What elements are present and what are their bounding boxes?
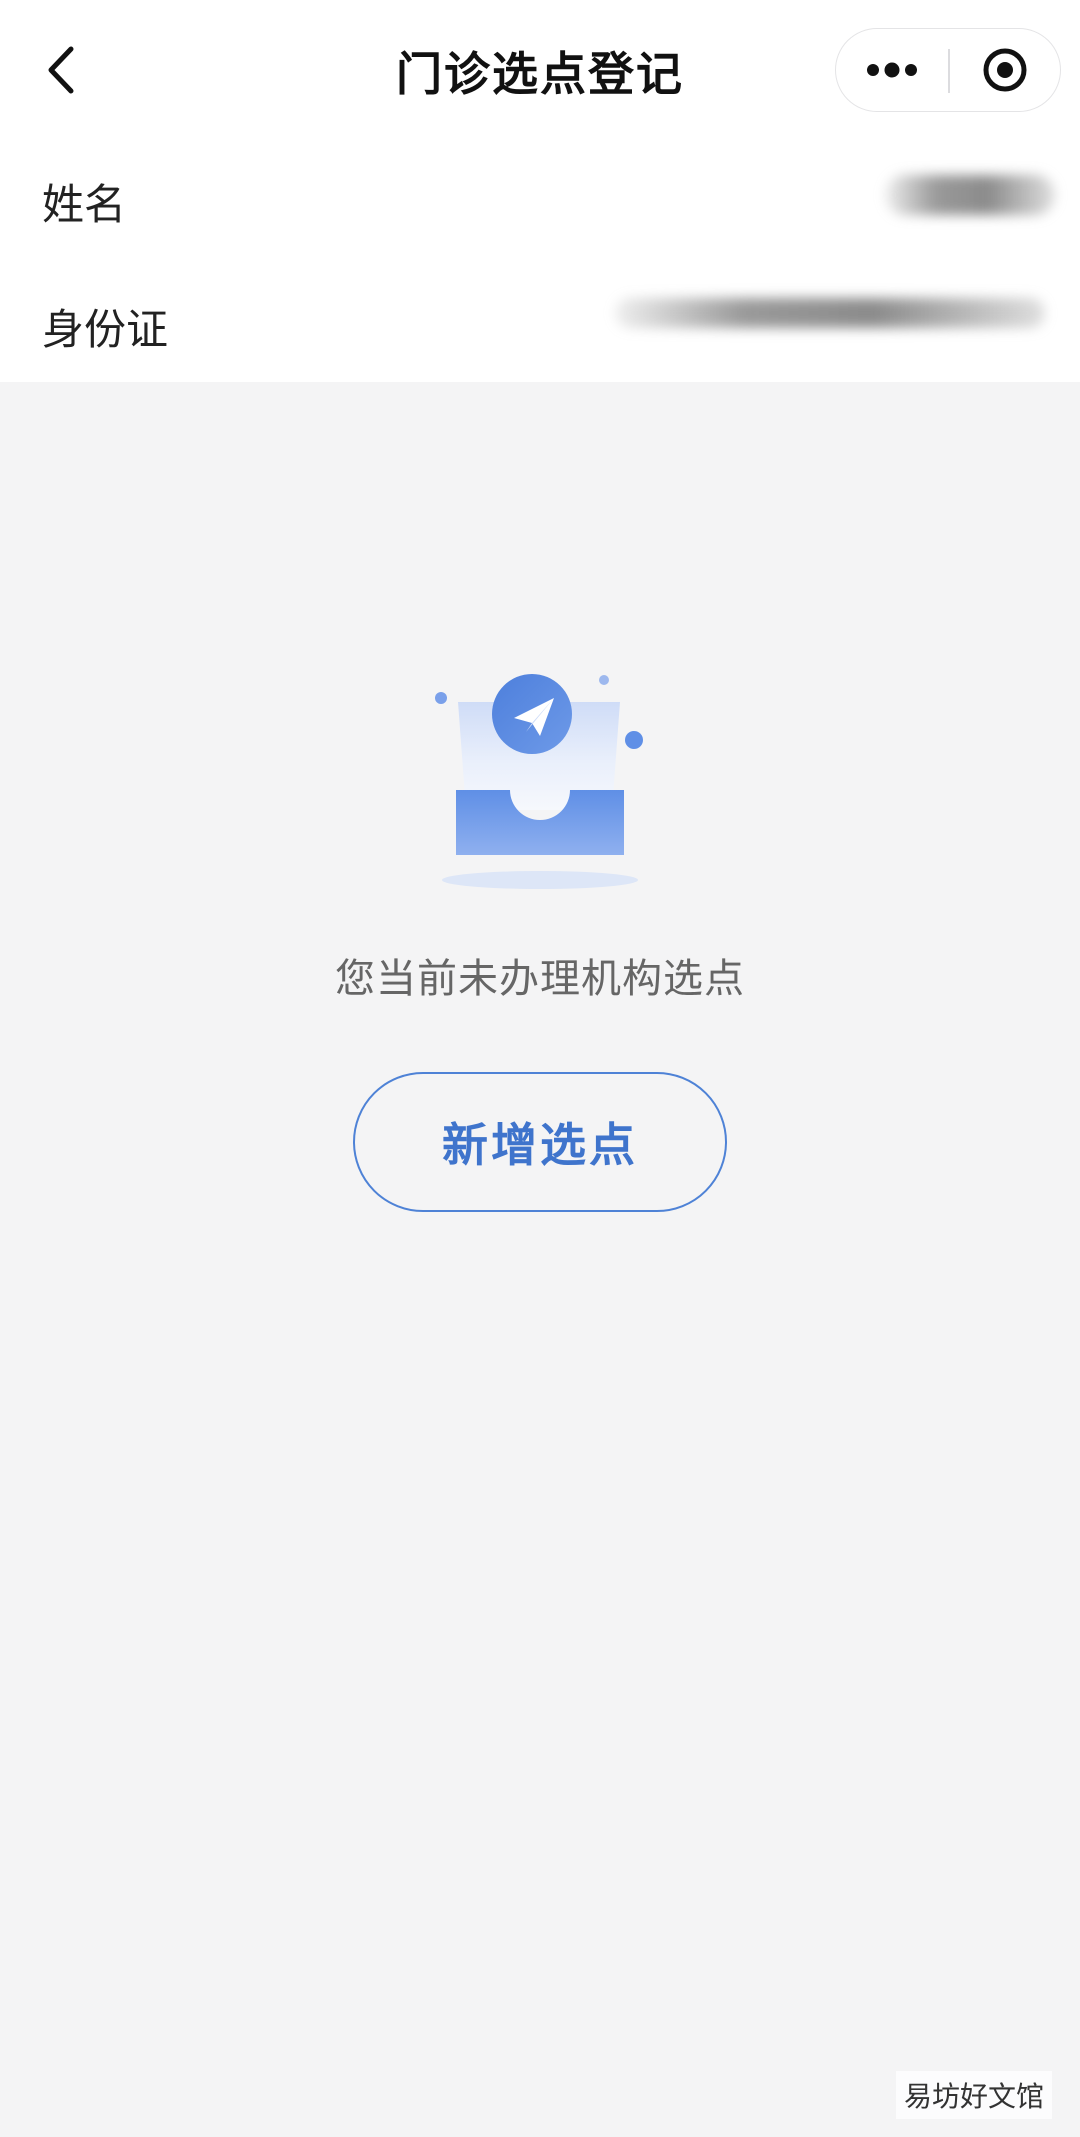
name-value-redacted xyxy=(885,175,1055,215)
id-value-redacted xyxy=(615,298,1045,328)
add-selection-button[interactable]: 新增选点 xyxy=(353,1072,727,1212)
target-close-icon xyxy=(983,48,1027,92)
empty-state-message: 您当前未办理机构选点 xyxy=(335,956,745,1002)
id-row: 身份证 xyxy=(0,262,1080,382)
id-label: 身份证 xyxy=(42,305,169,354)
empty-inbox-paper-plane-icon xyxy=(435,674,643,889)
mini-program-capsule xyxy=(835,28,1061,112)
more-dots-icon xyxy=(867,62,917,78)
user-info-card: 姓名 身份证 xyxy=(0,135,1080,382)
name-label: 姓名 xyxy=(42,180,127,229)
watermark: 易坊好文馆 xyxy=(895,2071,1052,2119)
more-button[interactable] xyxy=(836,29,948,111)
close-button[interactable] xyxy=(950,29,1060,111)
name-row: 姓名 xyxy=(0,137,1080,257)
navigation-bar: 门诊选点登记 xyxy=(0,0,1080,135)
